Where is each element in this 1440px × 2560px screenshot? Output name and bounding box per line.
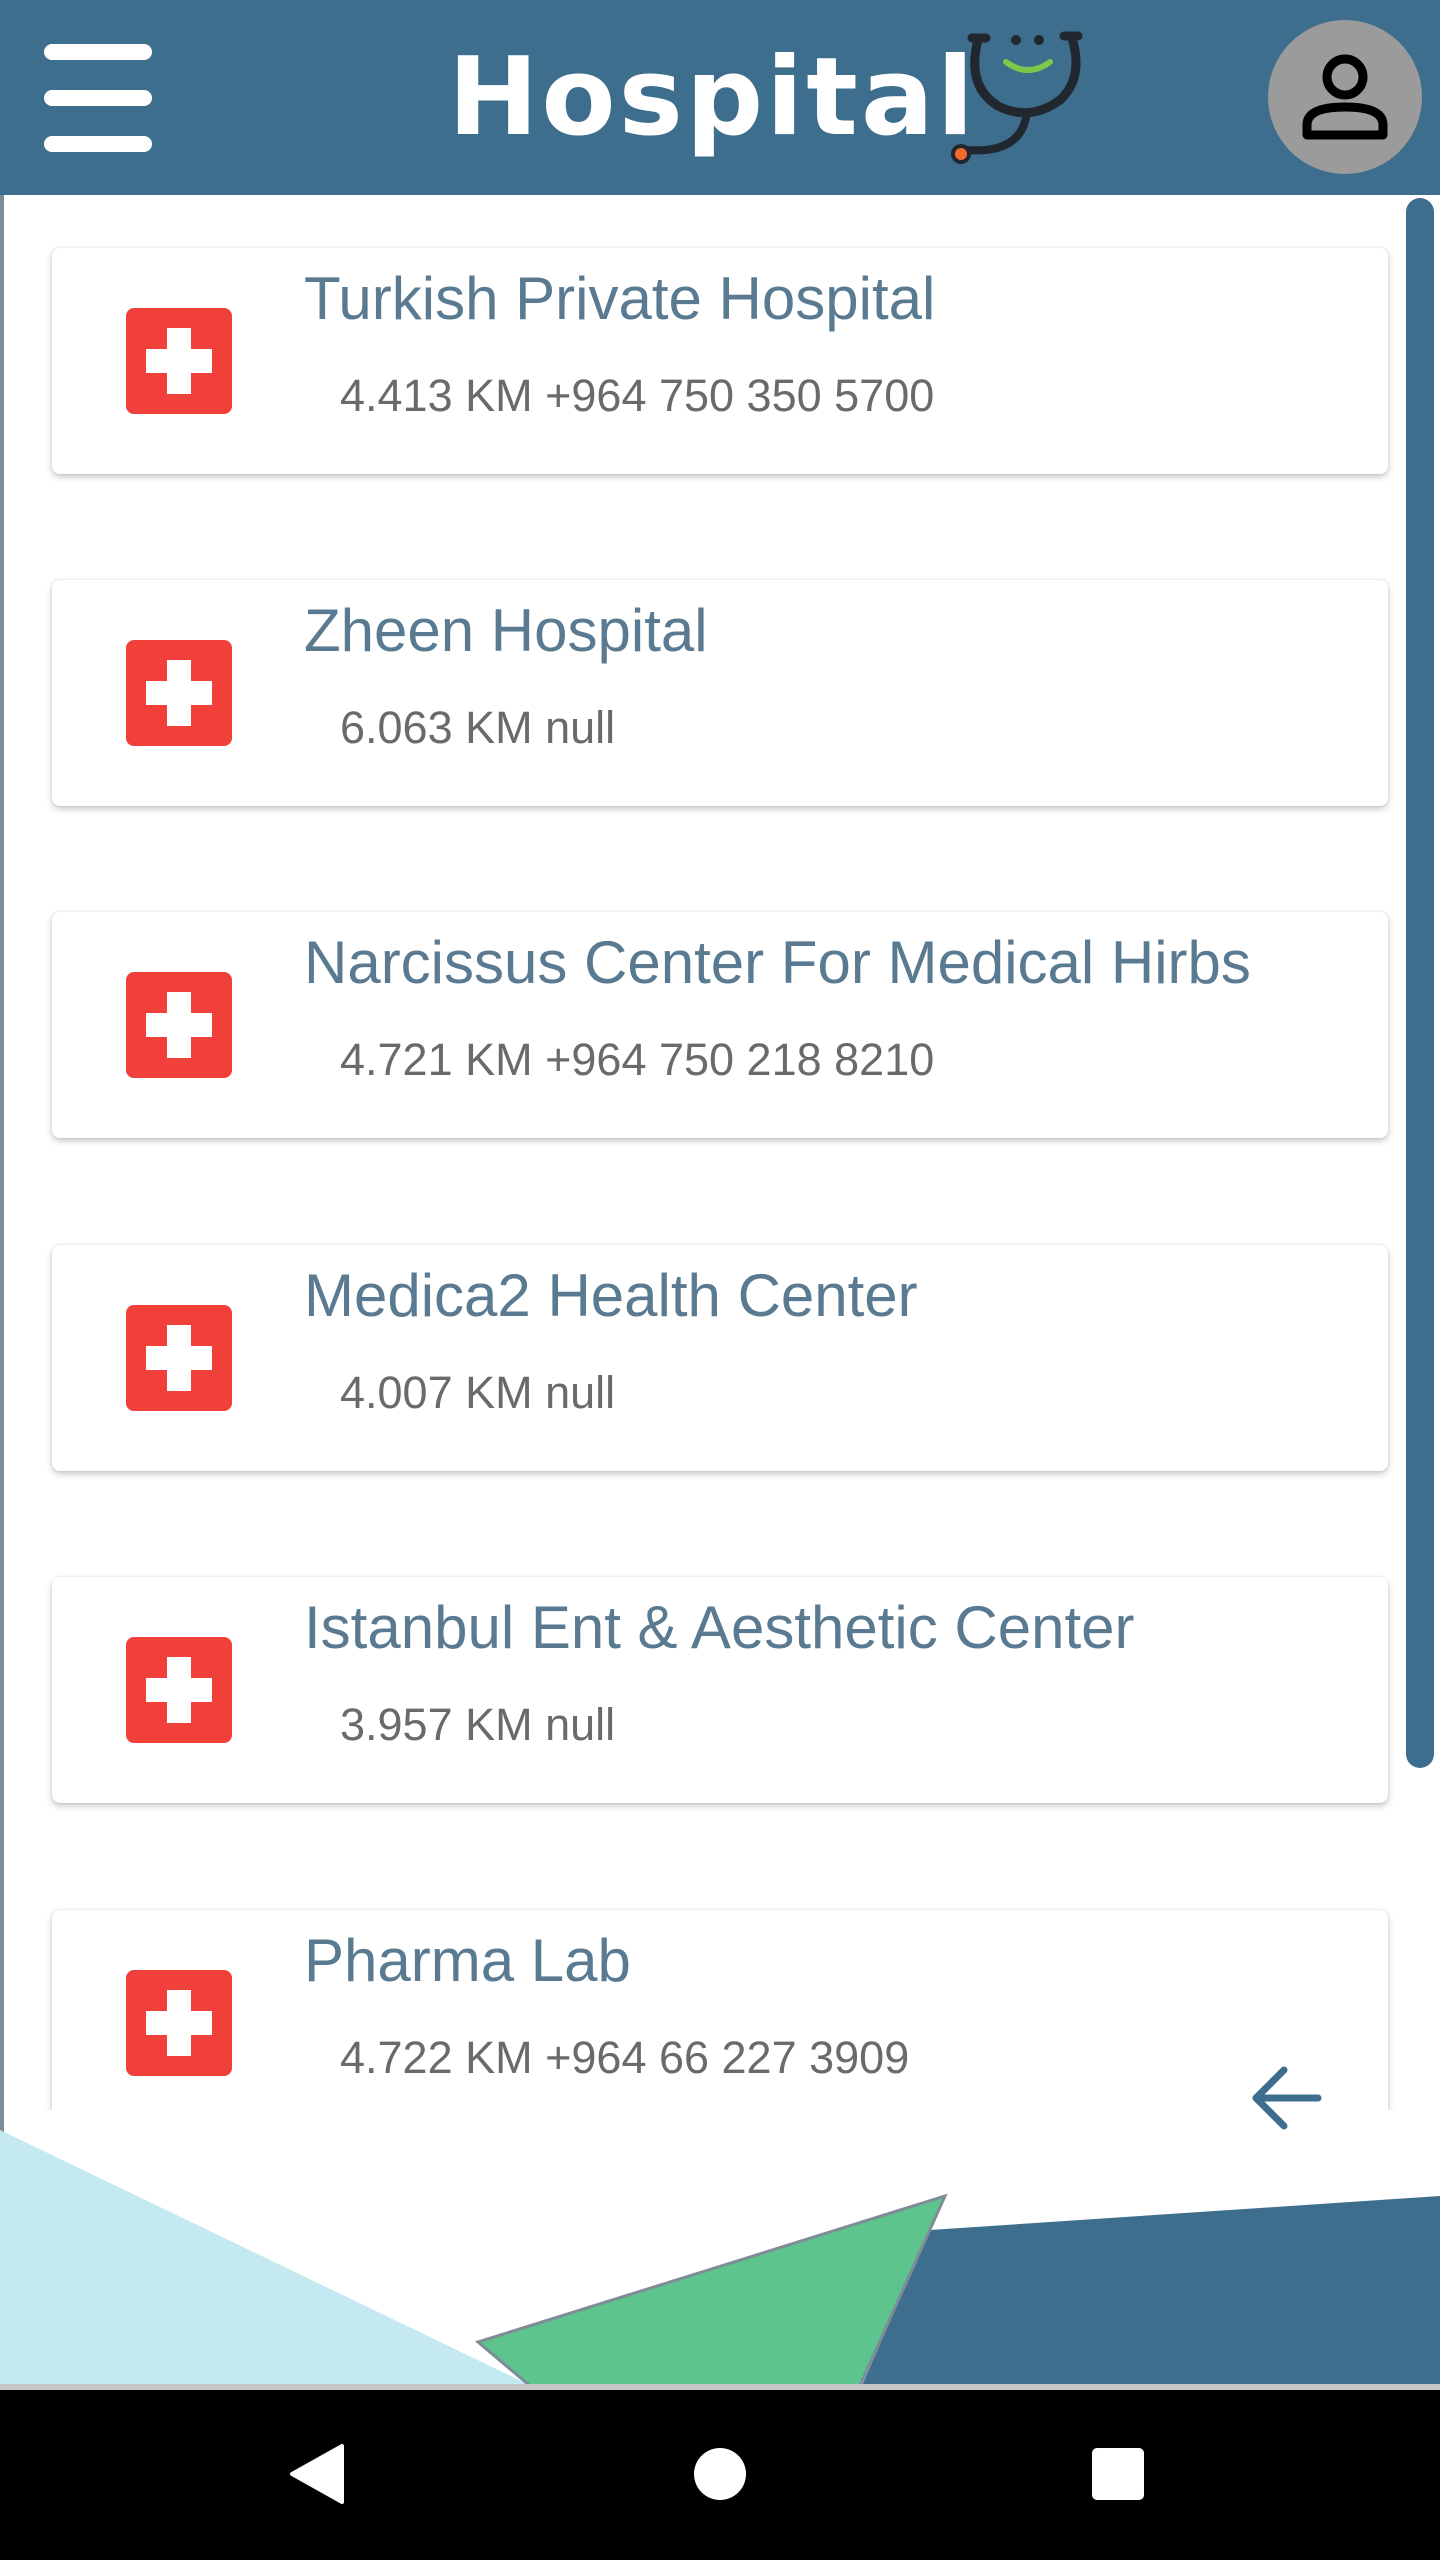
- hospital-details: 4.721 KM +964 750 218 8210: [340, 1034, 935, 1085]
- red-cross-icon: [126, 1970, 232, 2076]
- red-cross-icon: [126, 640, 232, 746]
- hospital-card[interactable]: Medica2 Health Center 4.007 KM null: [52, 1245, 1388, 1471]
- system-home-button[interactable]: [678, 2432, 762, 2516]
- red-cross-icon: [126, 972, 232, 1078]
- hospital-card[interactable]: Narcissus Center For Medical Hirbs 4.721…: [52, 912, 1388, 1138]
- arrow-left-icon: [1252, 2066, 1322, 2130]
- back-arrow-button[interactable]: [1246, 2058, 1326, 2138]
- hospital-details: 4.007 KM null: [340, 1367, 616, 1418]
- hospital-card[interactable]: Istanbul Ent & Aesthetic Center 3.957 KM…: [52, 1577, 1388, 1803]
- stethoscope-smile-logo: [951, 31, 1083, 164]
- hospital-name: Turkish Private Hospital: [304, 265, 936, 332]
- hospital-list[interactable]: Turkish Private Hospital 4.413 KM +964 7…: [0, 195, 1440, 2110]
- person-icon: [1302, 54, 1388, 140]
- circle-home-icon: [694, 2448, 746, 2500]
- app-title: Hospital: [448, 35, 977, 160]
- profile-button[interactable]: [1268, 20, 1422, 174]
- red-cross-icon: [126, 1305, 232, 1411]
- hospital-card[interactable]: Pharma Lab 4.722 KM +964 66 227 3909: [52, 1910, 1388, 2110]
- light-blue-shape: [0, 2130, 540, 2390]
- hospital-card[interactable]: Zheen Hospital 6.063 KM null: [52, 580, 1388, 806]
- hospital-card[interactable]: Turkish Private Hospital 4.413 KM +964 7…: [52, 248, 1388, 474]
- system-recents-button[interactable]: [1076, 2432, 1160, 2516]
- hospital-name: Medica2 Health Center: [304, 1262, 918, 1329]
- system-nav-bar: [0, 2390, 1440, 2560]
- footer-decoration: [0, 2130, 1440, 2390]
- screen: Hospital Turkish Private Hospital 4.413 …: [0, 0, 1440, 2560]
- hospital-details: 3.957 KM null: [340, 1699, 616, 1750]
- hospital-name: Narcissus Center For Medical Hirbs: [304, 929, 1251, 996]
- app-bar: Hospital: [0, 0, 1440, 195]
- square-recents-icon: [1092, 2448, 1144, 2500]
- red-cross-icon: [126, 1637, 232, 1743]
- hospital-details: 6.063 KM null: [340, 702, 616, 753]
- red-cross-icon: [126, 308, 232, 414]
- blue-shape: [860, 2196, 1440, 2390]
- hospital-name: Zheen Hospital: [304, 597, 708, 664]
- hospital-name: Pharma Lab: [304, 1927, 631, 1994]
- scrollbar[interactable]: [1406, 198, 1434, 1768]
- triangle-back-icon: [290, 2444, 344, 2504]
- hospital-name: Istanbul Ent & Aesthetic Center: [304, 1594, 1135, 1661]
- hospital-details: 4.722 KM +964 66 227 3909: [340, 2032, 910, 2083]
- menu-button[interactable]: [44, 44, 152, 152]
- hospital-details: 4.413 KM +964 750 350 5700: [340, 370, 935, 421]
- system-back-button[interactable]: [276, 2432, 360, 2516]
